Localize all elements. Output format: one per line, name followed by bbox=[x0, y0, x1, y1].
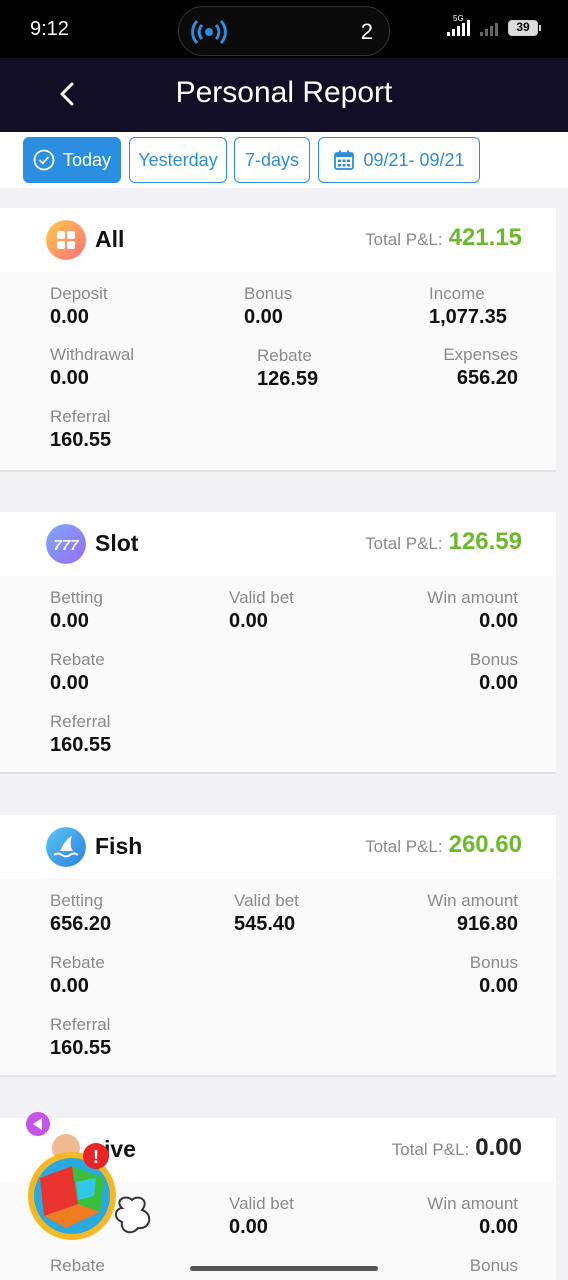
valid-bet-stat: Valid bet 0.00 bbox=[229, 1194, 294, 1238]
total-pl: Total P&L: 0.00 bbox=[392, 1134, 522, 1162]
bonus-stat: Bonus 0.00 bbox=[244, 284, 293, 328]
notification-badge: ! bbox=[93, 1147, 99, 1167]
calendar-icon bbox=[334, 150, 355, 170]
date-filter-bar: Today Yesterday 7-days 09/21- 09/21 bbox=[0, 132, 568, 188]
card-header: Fish Total P&L: 260.60 bbox=[0, 815, 556, 879]
all-category-icon bbox=[46, 220, 86, 260]
rebate-stat: Rebate bbox=[50, 1256, 105, 1275]
filter-today-label: Today bbox=[62, 149, 112, 170]
svg-text:777: 777 bbox=[53, 537, 79, 554]
total-pl: Total P&L: 421.15 bbox=[365, 224, 522, 252]
referral-stat: Referral 160.55 bbox=[50, 1015, 112, 1059]
page-header: Personal Report bbox=[0, 58, 568, 132]
signal-icon bbox=[480, 20, 498, 36]
category-name: Slot bbox=[95, 530, 139, 556]
total-pl-value: 0.00 bbox=[475, 1134, 522, 1161]
betting-stat: Betting 0.00 bbox=[50, 588, 103, 632]
filter-7days-label: 7-days bbox=[244, 149, 300, 170]
expenses-stat: Expenses 656.20 bbox=[443, 345, 518, 389]
filter-yesterday-button[interactable]: Yesterday bbox=[129, 137, 227, 183]
total-pl-value: 260.60 bbox=[448, 831, 522, 858]
win-amount-stat: Win amount 0.00 bbox=[427, 588, 518, 632]
total-pl-label: Total P&L: bbox=[365, 534, 443, 553]
slot-category-icon: 777 bbox=[46, 524, 86, 564]
filter-today-button[interactable]: Today bbox=[23, 137, 121, 183]
signal-5g-icon: 5G bbox=[447, 14, 470, 36]
total-pl: Total P&L: 126.59 bbox=[365, 528, 522, 556]
status-bar: 9:12 2 5G 39 bbox=[0, 0, 568, 58]
total-pl-value: 421.15 bbox=[448, 224, 522, 251]
report-card-all: All Total P&L: 421.15 Deposit 0.00 Bonus 0… bbox=[0, 208, 556, 472]
status-indicators: 5G 39 bbox=[447, 14, 541, 36]
rebate-stat: Rebate 0.00 bbox=[50, 953, 105, 997]
battery-icon: 39 bbox=[508, 20, 541, 36]
fish-category-icon bbox=[46, 827, 86, 867]
card-header: 777 Slot Total P&L: 126.59 bbox=[0, 512, 556, 576]
total-pl: Total P&L: 260.60 bbox=[365, 831, 522, 859]
filter-7days-button[interactable]: 7-days bbox=[234, 137, 310, 183]
rebate-stat: Rebate 0.00 bbox=[50, 650, 105, 694]
category-name: All bbox=[95, 226, 125, 252]
date-range-picker[interactable]: 09/21- 09/21 bbox=[318, 137, 480, 183]
island-count: 2 bbox=[360, 19, 373, 44]
total-pl-label: Total P&L: bbox=[365, 837, 443, 856]
dynamic-island[interactable]: 2 bbox=[178, 6, 390, 56]
page-title: Personal Report bbox=[175, 76, 393, 109]
win-amount-stat: Win amount 916.80 bbox=[427, 891, 518, 935]
total-pl-label: Total P&L: bbox=[365, 230, 443, 249]
referral-stat: Referral 160.55 bbox=[50, 712, 112, 756]
deposit-stat: Deposit 0.00 bbox=[50, 284, 108, 328]
bonus-stat: Bonus 0.00 bbox=[469, 953, 518, 997]
card-header: All Total P&L: 421.15 bbox=[0, 208, 556, 272]
date-range-label: 09/21- 09/21 bbox=[363, 149, 465, 170]
bonus-stat: Bonus bbox=[469, 1256, 518, 1275]
status-time: 9:12 bbox=[30, 18, 69, 40]
bonus-stat: Bonus 0.00 bbox=[469, 650, 518, 694]
betting-stat: Betting 656.20 bbox=[50, 891, 112, 935]
report-card-fish: Fish Total P&L: 260.60 Betting 656.20 Val… bbox=[0, 815, 556, 1077]
income-stat: Income 1,077.35 bbox=[429, 284, 507, 328]
gift-box-icon: ! bbox=[26, 1112, 151, 1240]
withdrawal-stat: Withdrawal 0.00 bbox=[50, 345, 135, 389]
total-pl-label: Total P&L: bbox=[391, 1140, 470, 1159]
valid-bet-stat: Valid bet 0.00 bbox=[229, 588, 294, 632]
total-pl-value: 126.59 bbox=[448, 528, 522, 555]
valid-bet-stat: Valid bet 545.40 bbox=[234, 891, 299, 935]
floating-promo-widget[interactable]: ! bbox=[22, 1108, 172, 1258]
check-circle-icon bbox=[33, 149, 55, 171]
home-indicator[interactable] bbox=[190, 1266, 378, 1271]
filter-yesterday-label: Yesterday bbox=[138, 149, 218, 170]
referral-stat: Referral 160.55 bbox=[50, 407, 112, 451]
rebate-stat: Rebate 126.59 bbox=[257, 346, 319, 390]
category-name: Fish bbox=[95, 833, 143, 859]
win-amount-stat: Win amount 0.00 bbox=[427, 1194, 518, 1238]
broadcast-icon bbox=[191, 19, 227, 45]
report-card-slot: 777 Slot Total P&L: 126.59 Betting 0.00 V… bbox=[0, 512, 556, 774]
